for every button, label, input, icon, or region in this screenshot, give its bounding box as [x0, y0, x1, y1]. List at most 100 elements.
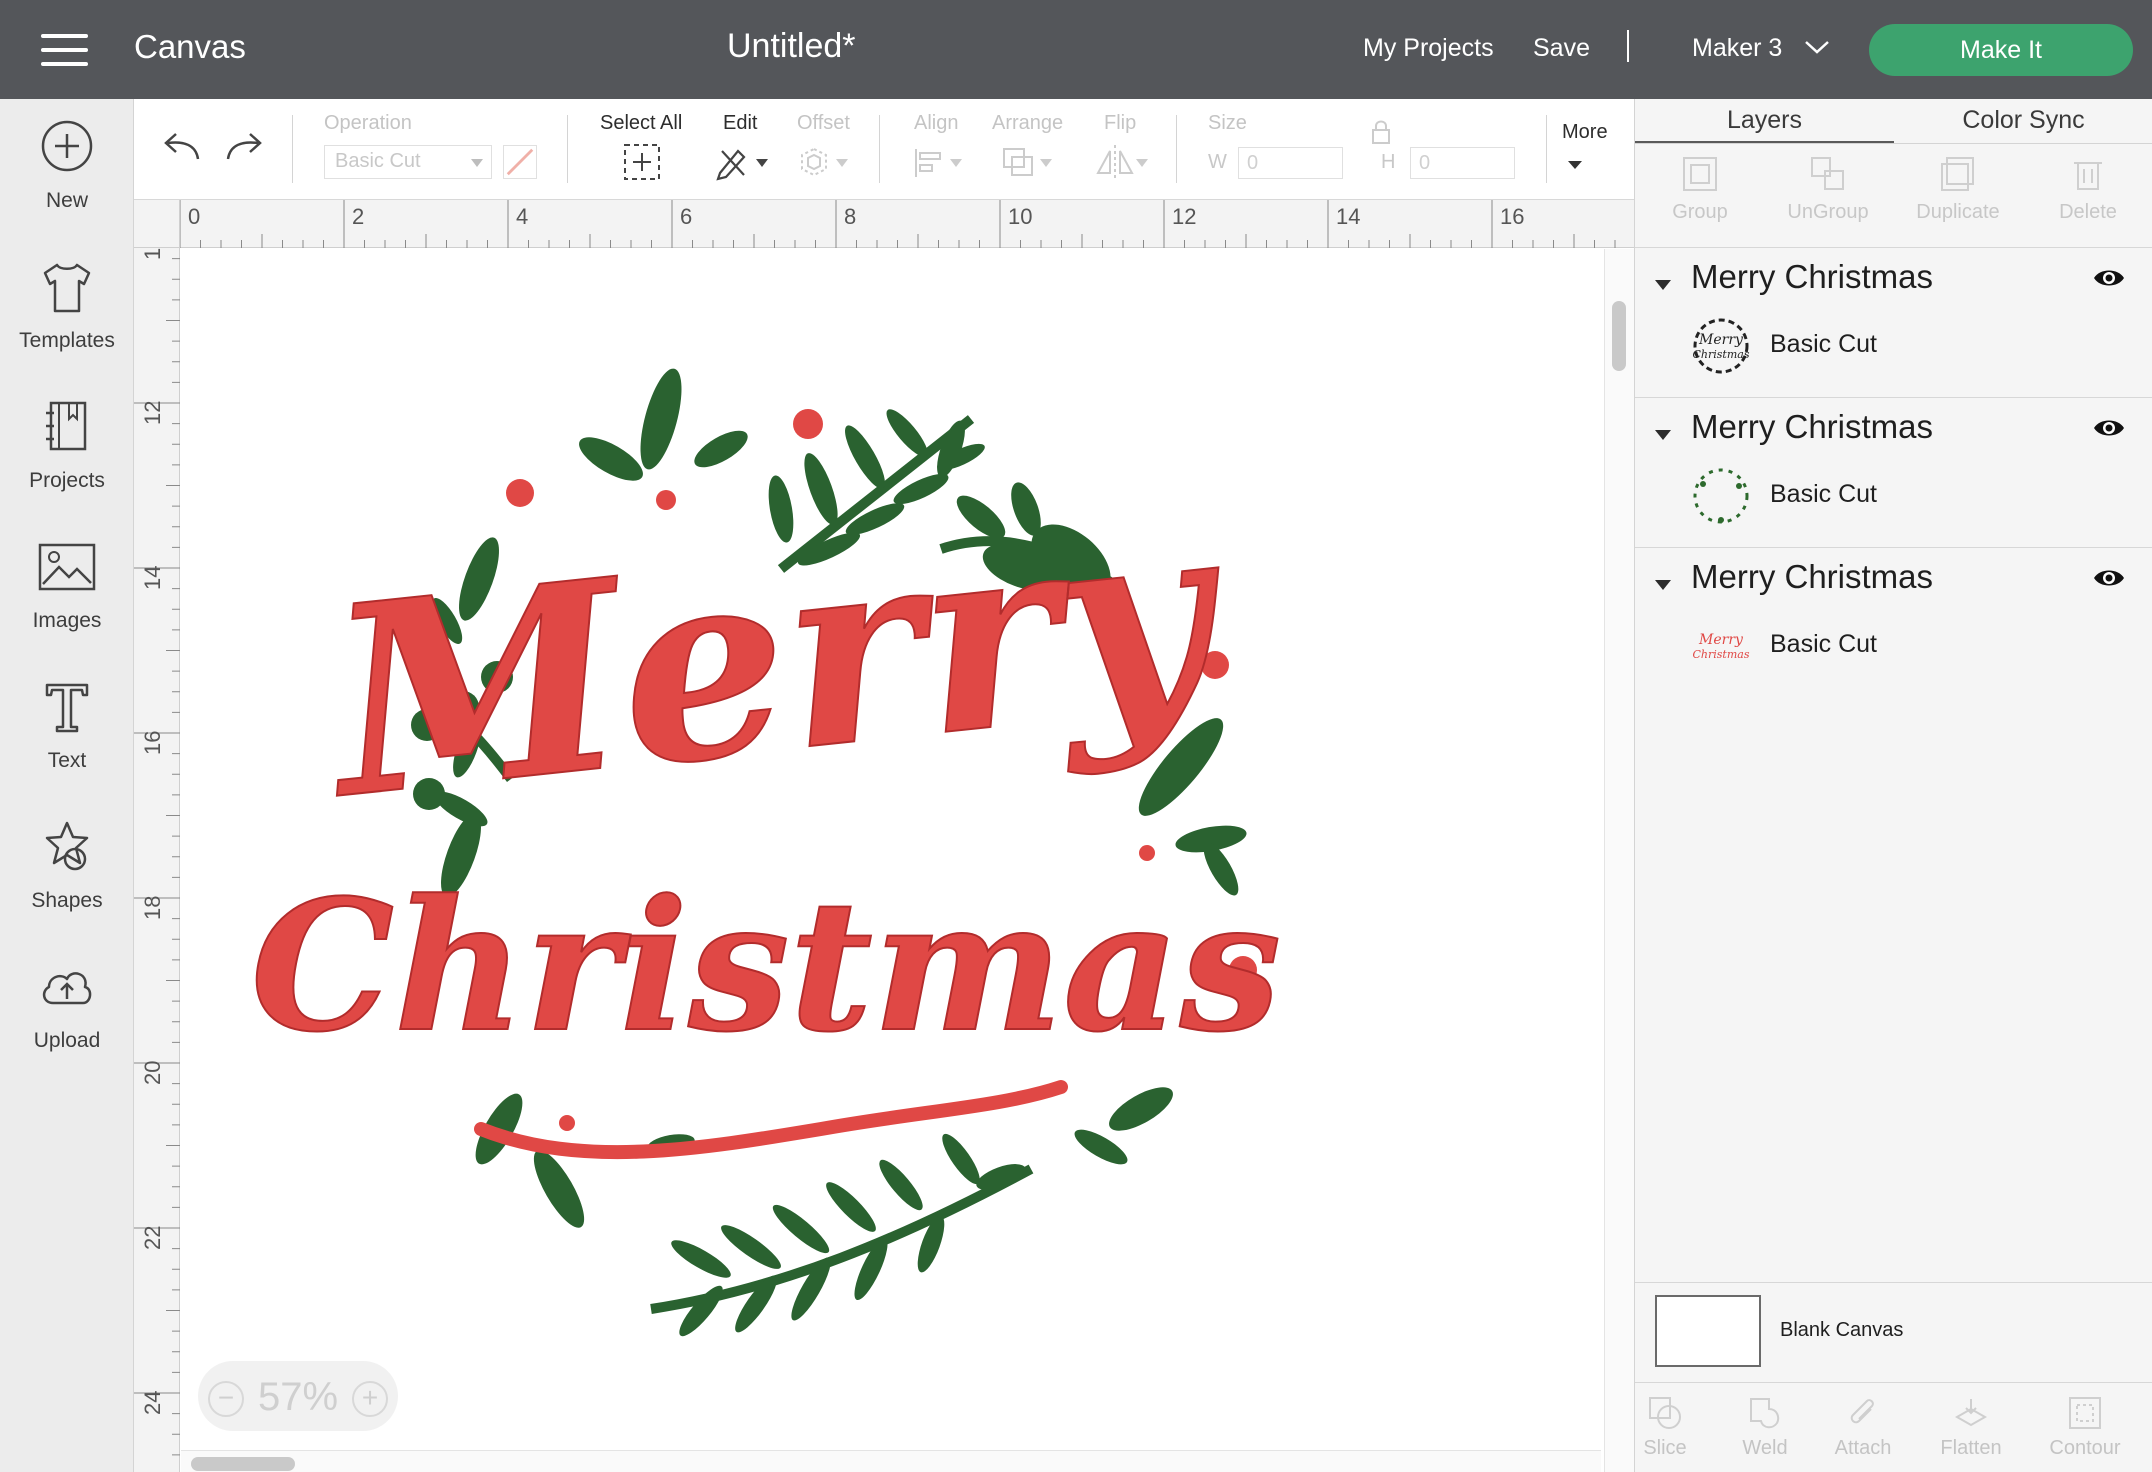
- ruler-label: 22: [140, 1225, 165, 1250]
- tab-color-sync[interactable]: Color Sync: [1894, 99, 2152, 144]
- scroll-thumb[interactable]: [1612, 301, 1626, 371]
- ruler-label: 2: [352, 204, 365, 229]
- text-t-icon: [45, 683, 89, 733]
- caret-down-icon[interactable]: [1655, 580, 1671, 590]
- undo-icon[interactable]: [160, 129, 202, 165]
- ruler-label: 12: [1172, 204, 1197, 229]
- design-canvas[interactable]: Merry Christmas − 57% +: [181, 249, 1601, 1472]
- attach-button[interactable]: Attach: [1813, 1395, 1913, 1460]
- color-swatch[interactable]: [503, 145, 537, 179]
- caret-down-icon[interactable]: [1655, 280, 1671, 290]
- merry-christmas-design[interactable]: Merry Christmas: [181, 249, 1601, 1449]
- blank-canvas-row[interactable]: Blank Canvas: [1635, 1282, 2152, 1382]
- left-sidebar: New Templates Projects Images Text Shape…: [0, 99, 134, 1472]
- offset-icon[interactable]: [796, 143, 852, 181]
- attach-label: Attach: [1834, 1437, 1892, 1459]
- svg-text:Christmas: Christmas: [1693, 348, 1750, 361]
- arrange-label: Arrange: [992, 112, 1064, 134]
- app-title: Canvas: [134, 28, 246, 65]
- delete-button[interactable]: Delete: [2023, 155, 2152, 224]
- width-input[interactable]: 0: [1238, 147, 1343, 179]
- contour-button[interactable]: Contour: [2035, 1395, 2135, 1460]
- sidebar-item-text[interactable]: Text: [0, 679, 134, 799]
- bottom-actions: Slice Weld Attach Flatten Contour: [1635, 1382, 2152, 1472]
- more-button[interactable]: More: [1562, 121, 1608, 144]
- ruler-ticks: [134, 258, 180, 1456]
- arrange-icon[interactable]: [1000, 143, 1056, 181]
- tab-divider: [1635, 143, 2152, 144]
- duplicate-button[interactable]: Duplicate: [1893, 155, 2023, 224]
- ruler-label: 18: [140, 895, 165, 920]
- sidebar-item-label: Shapes: [31, 889, 103, 912]
- operation-select[interactable]: Basic Cut: [324, 145, 492, 179]
- caret-down-icon[interactable]: [1566, 159, 1584, 171]
- layer-group[interactable]: Merry Christmas Merry Christmas Basic Cu…: [1635, 547, 2152, 697]
- size-label: Size: [1208, 112, 1247, 134]
- zoom-level: 57%: [258, 1375, 339, 1419]
- sidebar-item-projects[interactable]: Projects: [0, 399, 134, 519]
- flatten-icon: [1954, 1399, 1988, 1427]
- sidebar-item-shapes[interactable]: Shapes: [0, 819, 134, 939]
- chevron-down-icon[interactable]: [1803, 38, 1831, 56]
- toolbar-divider: [567, 115, 568, 183]
- ungroup-icon: [1811, 157, 1844, 190]
- group-button[interactable]: Group: [1635, 155, 1765, 224]
- design-text-christmas: Christmas: [251, 861, 1281, 1072]
- group-label: Group: [1672, 201, 1728, 223]
- flip-label: Flip: [1104, 112, 1137, 134]
- align-icon[interactable]: [912, 145, 966, 181]
- paperclip-icon: [1850, 1399, 1874, 1424]
- flip-icon[interactable]: [1094, 143, 1150, 181]
- height-input[interactable]: 0: [1410, 147, 1515, 179]
- ungroup-label: UnGroup: [1787, 201, 1869, 223]
- zoom-in-button[interactable]: +: [352, 1381, 388, 1417]
- scroll-thumb[interactable]: [191, 1457, 295, 1471]
- lock-icon[interactable]: [1370, 119, 1392, 145]
- sidebar-item-new[interactable]: New: [0, 119, 134, 239]
- document-title[interactable]: Untitled*: [727, 27, 856, 66]
- layer-group[interactable]: Merry Christmas Merry Christmas Basic Cu…: [1635, 247, 2152, 397]
- svg-text:Merry: Merry: [1698, 332, 1744, 348]
- layer-thumbnail[interactable]: [1689, 464, 1753, 528]
- horizontal-ruler: 0 2 4 6 8 10 12 14 16: [134, 200, 1634, 248]
- save-button[interactable]: Save: [1533, 34, 1590, 63]
- duplicate-label: Duplicate: [1916, 201, 2000, 223]
- layer-operation: Basic Cut: [1770, 480, 1877, 508]
- zoom-out-button[interactable]: −: [208, 1381, 244, 1417]
- select-all-icon[interactable]: [623, 143, 661, 181]
- tshirt-icon: [43, 263, 91, 313]
- toolbar-divider: [1546, 115, 1547, 183]
- sidebar-item-images[interactable]: Images: [0, 539, 134, 659]
- eye-icon[interactable]: [2092, 266, 2126, 290]
- redo-icon[interactable]: [224, 129, 266, 165]
- cricut-design-space: Canvas Untitled* My Projects Save Maker …: [0, 0, 2152, 1472]
- sidebar-item-label: Templates: [19, 329, 115, 352]
- ruler-label: 10: [1008, 204, 1033, 229]
- layer-thumbnail[interactable]: Merry Christmas: [1689, 614, 1753, 678]
- contour-icon: [2069, 1397, 2101, 1429]
- layer-thumbnail[interactable]: Merry Christmas: [1689, 314, 1753, 378]
- eye-icon[interactable]: [2092, 416, 2126, 440]
- ruler-label: 0: [188, 204, 201, 229]
- horizontal-scrollbar[interactable]: [181, 1450, 1601, 1472]
- cloud-upload-icon: [42, 972, 92, 1005]
- weld-button[interactable]: Weld: [1715, 1395, 1815, 1460]
- tab-layers[interactable]: Layers: [1635, 99, 1894, 144]
- sidebar-item-templates[interactable]: Templates: [0, 259, 134, 379]
- layer-group[interactable]: Merry Christmas Basic Cut: [1635, 397, 2152, 547]
- vertical-scrollbar[interactable]: [1604, 249, 1634, 1472]
- flatten-button[interactable]: Flatten: [1921, 1395, 2021, 1460]
- menu-icon[interactable]: [41, 34, 88, 66]
- sidebar-item-upload[interactable]: Upload: [0, 959, 134, 1079]
- make-it-button[interactable]: Make It: [1869, 24, 2133, 76]
- my-projects-link[interactable]: My Projects: [1363, 34, 1494, 63]
- edit-tools-icon[interactable]: [714, 143, 770, 181]
- caret-down-icon[interactable]: [1655, 430, 1671, 440]
- machine-selector[interactable]: Maker 3: [1692, 34, 1782, 63]
- weld-label: Weld: [1742, 1437, 1788, 1459]
- eye-icon[interactable]: [2092, 566, 2126, 590]
- slice-button[interactable]: Slice: [1615, 1395, 1715, 1460]
- blank-canvas-swatch[interactable]: [1655, 1295, 1761, 1367]
- merry-christmas-lettering: Merry Christmas: [250, 459, 1282, 1160]
- ungroup-button[interactable]: UnGroup: [1763, 155, 1893, 224]
